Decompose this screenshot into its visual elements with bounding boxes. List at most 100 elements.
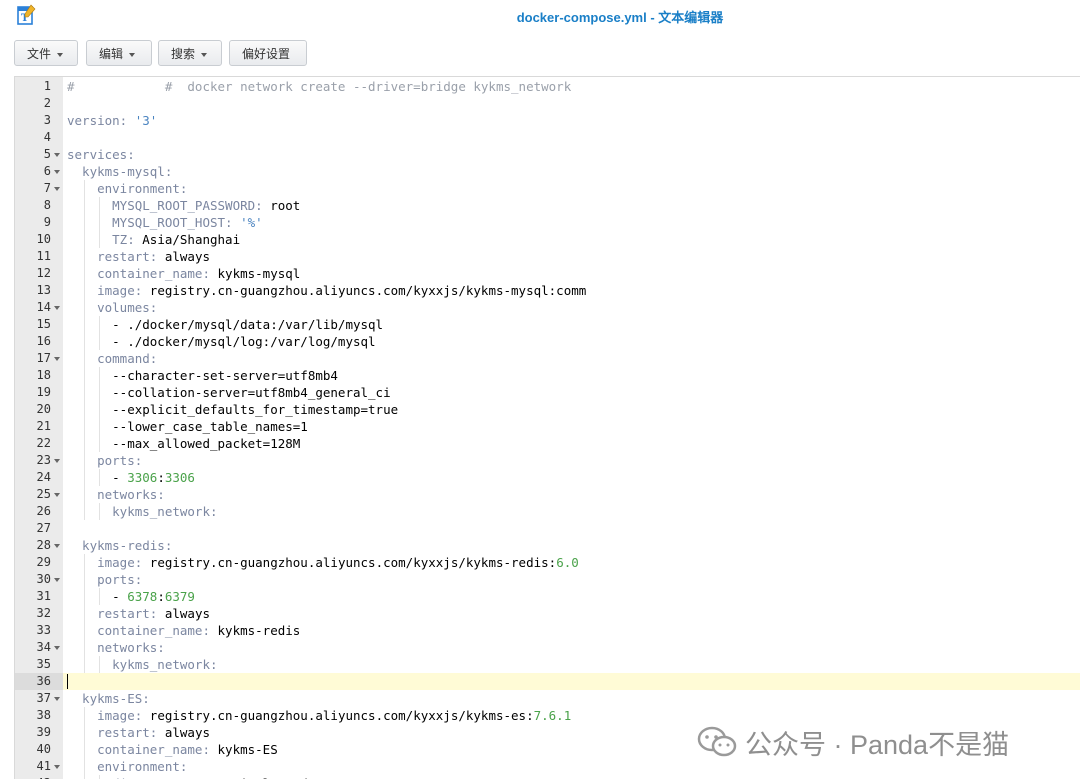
code-line[interactable]: --character-set-server=utf8mb4 [67,367,1080,384]
line-number: 15 [36,317,51,331]
line-number: 14 [36,300,51,314]
code-line[interactable]: image: registry.cn-guangzhou.aliyuncs.co… [67,554,1080,571]
line-number: 3 [43,113,51,127]
fold-toggle-icon[interactable] [54,544,60,548]
indent-guide [99,775,101,779]
line-number: 20 [36,402,51,416]
fold-toggle-icon[interactable] [54,493,60,497]
code-line[interactable]: - 6378:6379 [67,588,1080,605]
code-token: - [67,470,128,485]
code-line[interactable]: image: registry.cn-guangzhou.aliyuncs.co… [67,282,1080,299]
code-token: image: [67,555,150,570]
fold-toggle-icon[interactable] [54,306,60,310]
toolbar: 文件 编辑 搜索 偏好设置 [0,36,1080,72]
indent-guide [99,503,101,520]
code-line[interactable]: container_name: kykms-redis [67,622,1080,639]
code-line[interactable]: environment: [67,180,1080,197]
code-line[interactable]: ports: [67,571,1080,588]
fold-toggle-icon[interactable] [54,153,60,157]
code-token: always [164,249,210,264]
fold-toggle-icon[interactable] [54,578,60,582]
code-line[interactable] [67,520,1080,537]
code-line[interactable] [67,129,1080,146]
line-number: 12 [36,266,51,280]
line-number: 1 [43,79,51,93]
code-line[interactable]: networks: [67,639,1080,656]
code-token: image: [67,283,150,298]
code-line[interactable]: networks: [67,486,1080,503]
line-number: 39 [36,725,51,739]
code-line[interactable]: --explicit_defaults_for_timestamp=true [67,401,1080,418]
watermark: 公众号 · Panda不是猫 [697,722,1009,762]
code-line[interactable]: kykms-ES: [67,690,1080,707]
fold-toggle-icon[interactable] [54,459,60,463]
code-line[interactable]: - ./docker/mysql/log:/var/log/mysql [67,333,1080,350]
code-token: always [164,606,210,621]
fold-toggle-icon[interactable] [54,765,60,769]
code-token: : [157,589,165,604]
code-line[interactable] [67,673,1080,690]
code-token: 6378 [127,589,158,604]
code-line[interactable]: container_name: kykms-mysql [67,265,1080,282]
code-line[interactable]: restart: always [67,248,1080,265]
code-line[interactable]: --max_allowed_packet=128M [67,435,1080,452]
code-line[interactable]: MYSQL_ROOT_HOST: '%' [67,214,1080,231]
code-line[interactable]: kykms-redis: [67,537,1080,554]
edit-menu-label: 编辑 [99,47,124,61]
indent-guide [99,588,101,605]
code-token: discovery.type: [67,776,233,779]
edit-menu-button[interactable]: 编辑 [86,40,152,66]
code-token: --explicit_defaults_for_timestamp=true [67,402,399,417]
code-line[interactable]: - 3306:3306 [67,469,1080,486]
code-line[interactable]: command: [67,350,1080,367]
line-number: 26 [36,504,51,518]
line-number: 35 [36,657,51,671]
indent-guide [99,316,101,350]
code-token: registry.cn-guangzhou.aliyuncs.com/kyxxj… [149,555,557,570]
code-token: networks: [67,640,165,655]
fold-toggle-icon[interactable] [54,170,60,174]
code-line[interactable]: ports: [67,452,1080,469]
fold-toggle-icon[interactable] [54,357,60,361]
line-number: 7 [43,181,51,195]
code-token: - ./docker/mysql/data:/var/lib/mysql [67,317,384,332]
code-editor[interactable]: 1 2 3 4 5 6 7 8 9 10 11 12 13 14 15 16 17 18 19 20 21 22 23 24 2… [14,76,1080,779]
search-menu-button[interactable]: 搜索 [158,40,222,66]
code-token: 3306 [127,470,158,485]
preferences-button[interactable]: 偏好设置 [229,40,307,66]
code-line[interactable]: kykms_network: [67,503,1080,520]
code-line[interactable]: - ./docker/mysql/data:/var/lib/mysql [67,316,1080,333]
code-token: # # docker network create --driver=bridg… [67,79,572,94]
code-token: root [270,198,301,213]
line-number: 41 [36,759,51,773]
line-number: 33 [36,623,51,637]
file-menu-button[interactable]: 文件 [14,40,78,66]
chevron-down-icon [201,52,208,57]
code-line[interactable] [67,95,1080,112]
code-line[interactable]: kykms_network: [67,656,1080,673]
code-line[interactable]: kykms-mysql: [67,163,1080,180]
code-line[interactable]: version: '3' [67,112,1080,129]
line-number: 11 [36,249,51,263]
code-line[interactable]: MYSQL_ROOT_PASSWORD: root [67,197,1080,214]
code-token: --collation-server=utf8mb4_general_ci [67,385,391,400]
line-number: 30 [36,572,51,586]
search-menu-label: 搜索 [171,47,196,61]
fold-toggle-icon[interactable] [54,697,60,701]
code-line[interactable]: discovery.type: single-node [67,775,1080,779]
code-line[interactable]: services: [67,146,1080,163]
code-line[interactable]: --collation-server=utf8mb4_general_ci [67,384,1080,401]
code-area[interactable]: # # docker network create --driver=bridg… [63,77,1080,779]
code-token: registry.cn-guangzhou.aliyuncs.com/kyxxj… [149,283,587,298]
code-token: version: [67,113,135,128]
code-line[interactable]: volumes: [67,299,1080,316]
code-line[interactable]: --lower_case_table_names=1 [67,418,1080,435]
code-line[interactable]: TZ: Asia/Shanghai [67,231,1080,248]
code-token: image: [67,708,150,723]
fold-toggle-icon[interactable] [54,187,60,191]
code-line[interactable]: restart: always [67,605,1080,622]
code-token: 3306 [164,470,195,485]
line-number-gutter: 1 2 3 4 5 6 7 8 9 10 11 12 13 14 15 16 17 18 19 20 21 22 23 24 2… [15,77,63,779]
fold-toggle-icon[interactable] [54,646,60,650]
code-line[interactable]: # # docker network create --driver=bridg… [67,78,1080,95]
